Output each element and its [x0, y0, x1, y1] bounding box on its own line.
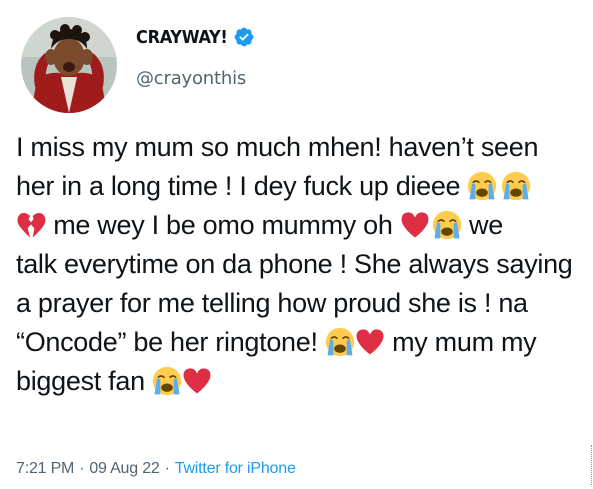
- loudly-crying-face-icon: [432, 210, 462, 240]
- tweet-time[interactable]: 7:21 PM: [16, 460, 74, 477]
- meta-separator: ·: [164, 460, 170, 477]
- meta-separator: ·: [79, 460, 85, 477]
- tweet-text-segment: her in a long time ! I dey fuck up dieee: [16, 171, 468, 201]
- tweet-text-segment: my mum my: [384, 327, 537, 357]
- tweet-body: I miss my mum so much mhen! haven’t seen…: [16, 128, 586, 401]
- tweet-line: “Oncode” be her ringtone! my mum my: [16, 323, 586, 362]
- loudly-crying-face-icon: [467, 171, 497, 201]
- tweet-text-segment: biggest fan: [16, 366, 153, 396]
- loudly-crying-face-icon: [501, 171, 531, 201]
- tweet-line: her in a long time ! I dey fuck up dieee: [16, 167, 586, 206]
- tweet-text-segment: a prayer for me telling how proud she is…: [16, 288, 528, 318]
- tweet-line: talk everytime on da phone ! She always …: [16, 245, 586, 284]
- tweet-date[interactable]: 09 Aug 22: [89, 460, 159, 477]
- avatar-image: [21, 17, 117, 113]
- red-heart-icon: [400, 210, 430, 240]
- tweet-text-segment: me wey I be omo mummy oh: [46, 210, 400, 240]
- verified-badge-icon: [233, 26, 255, 48]
- handle[interactable]: @crayonthis: [136, 68, 246, 89]
- red-heart-icon: [182, 366, 212, 396]
- loudly-crying-face-icon: [325, 327, 355, 357]
- tweet-line: a prayer for me telling how proud she is…: [16, 284, 586, 323]
- loudly-crying-face-icon: [152, 366, 182, 396]
- tweet-line: me wey I be omo mummy oh we: [16, 206, 586, 245]
- tweet-source-link[interactable]: Twitter for iPhone: [175, 460, 296, 477]
- broken-heart-icon: [16, 210, 46, 240]
- avatar[interactable]: [21, 17, 117, 113]
- tweet-text-segment: “Oncode” be her ringtone!: [16, 327, 325, 357]
- tweet-text-segment: I miss my mum so much mhen! haven’t seen: [16, 132, 539, 162]
- tweet-card: CRAYWAY! @crayonthis I miss my mum so mu…: [0, 0, 593, 489]
- tweet-line: biggest fan: [16, 362, 586, 401]
- tweet-metadata: 7:21 PM · 09 Aug 22 · Twitter for iPhone: [16, 460, 296, 478]
- tweet-line: I miss my mum so much mhen! haven’t seen: [16, 128, 586, 167]
- red-heart-icon: [355, 327, 385, 357]
- tweet-text-segment: we: [461, 210, 503, 240]
- author-name-row[interactable]: CRAYWAY!: [136, 26, 255, 48]
- display-name[interactable]: CRAYWAY!: [136, 27, 228, 48]
- tweet-text-segment: talk everytime on da phone ! She always …: [16, 249, 573, 279]
